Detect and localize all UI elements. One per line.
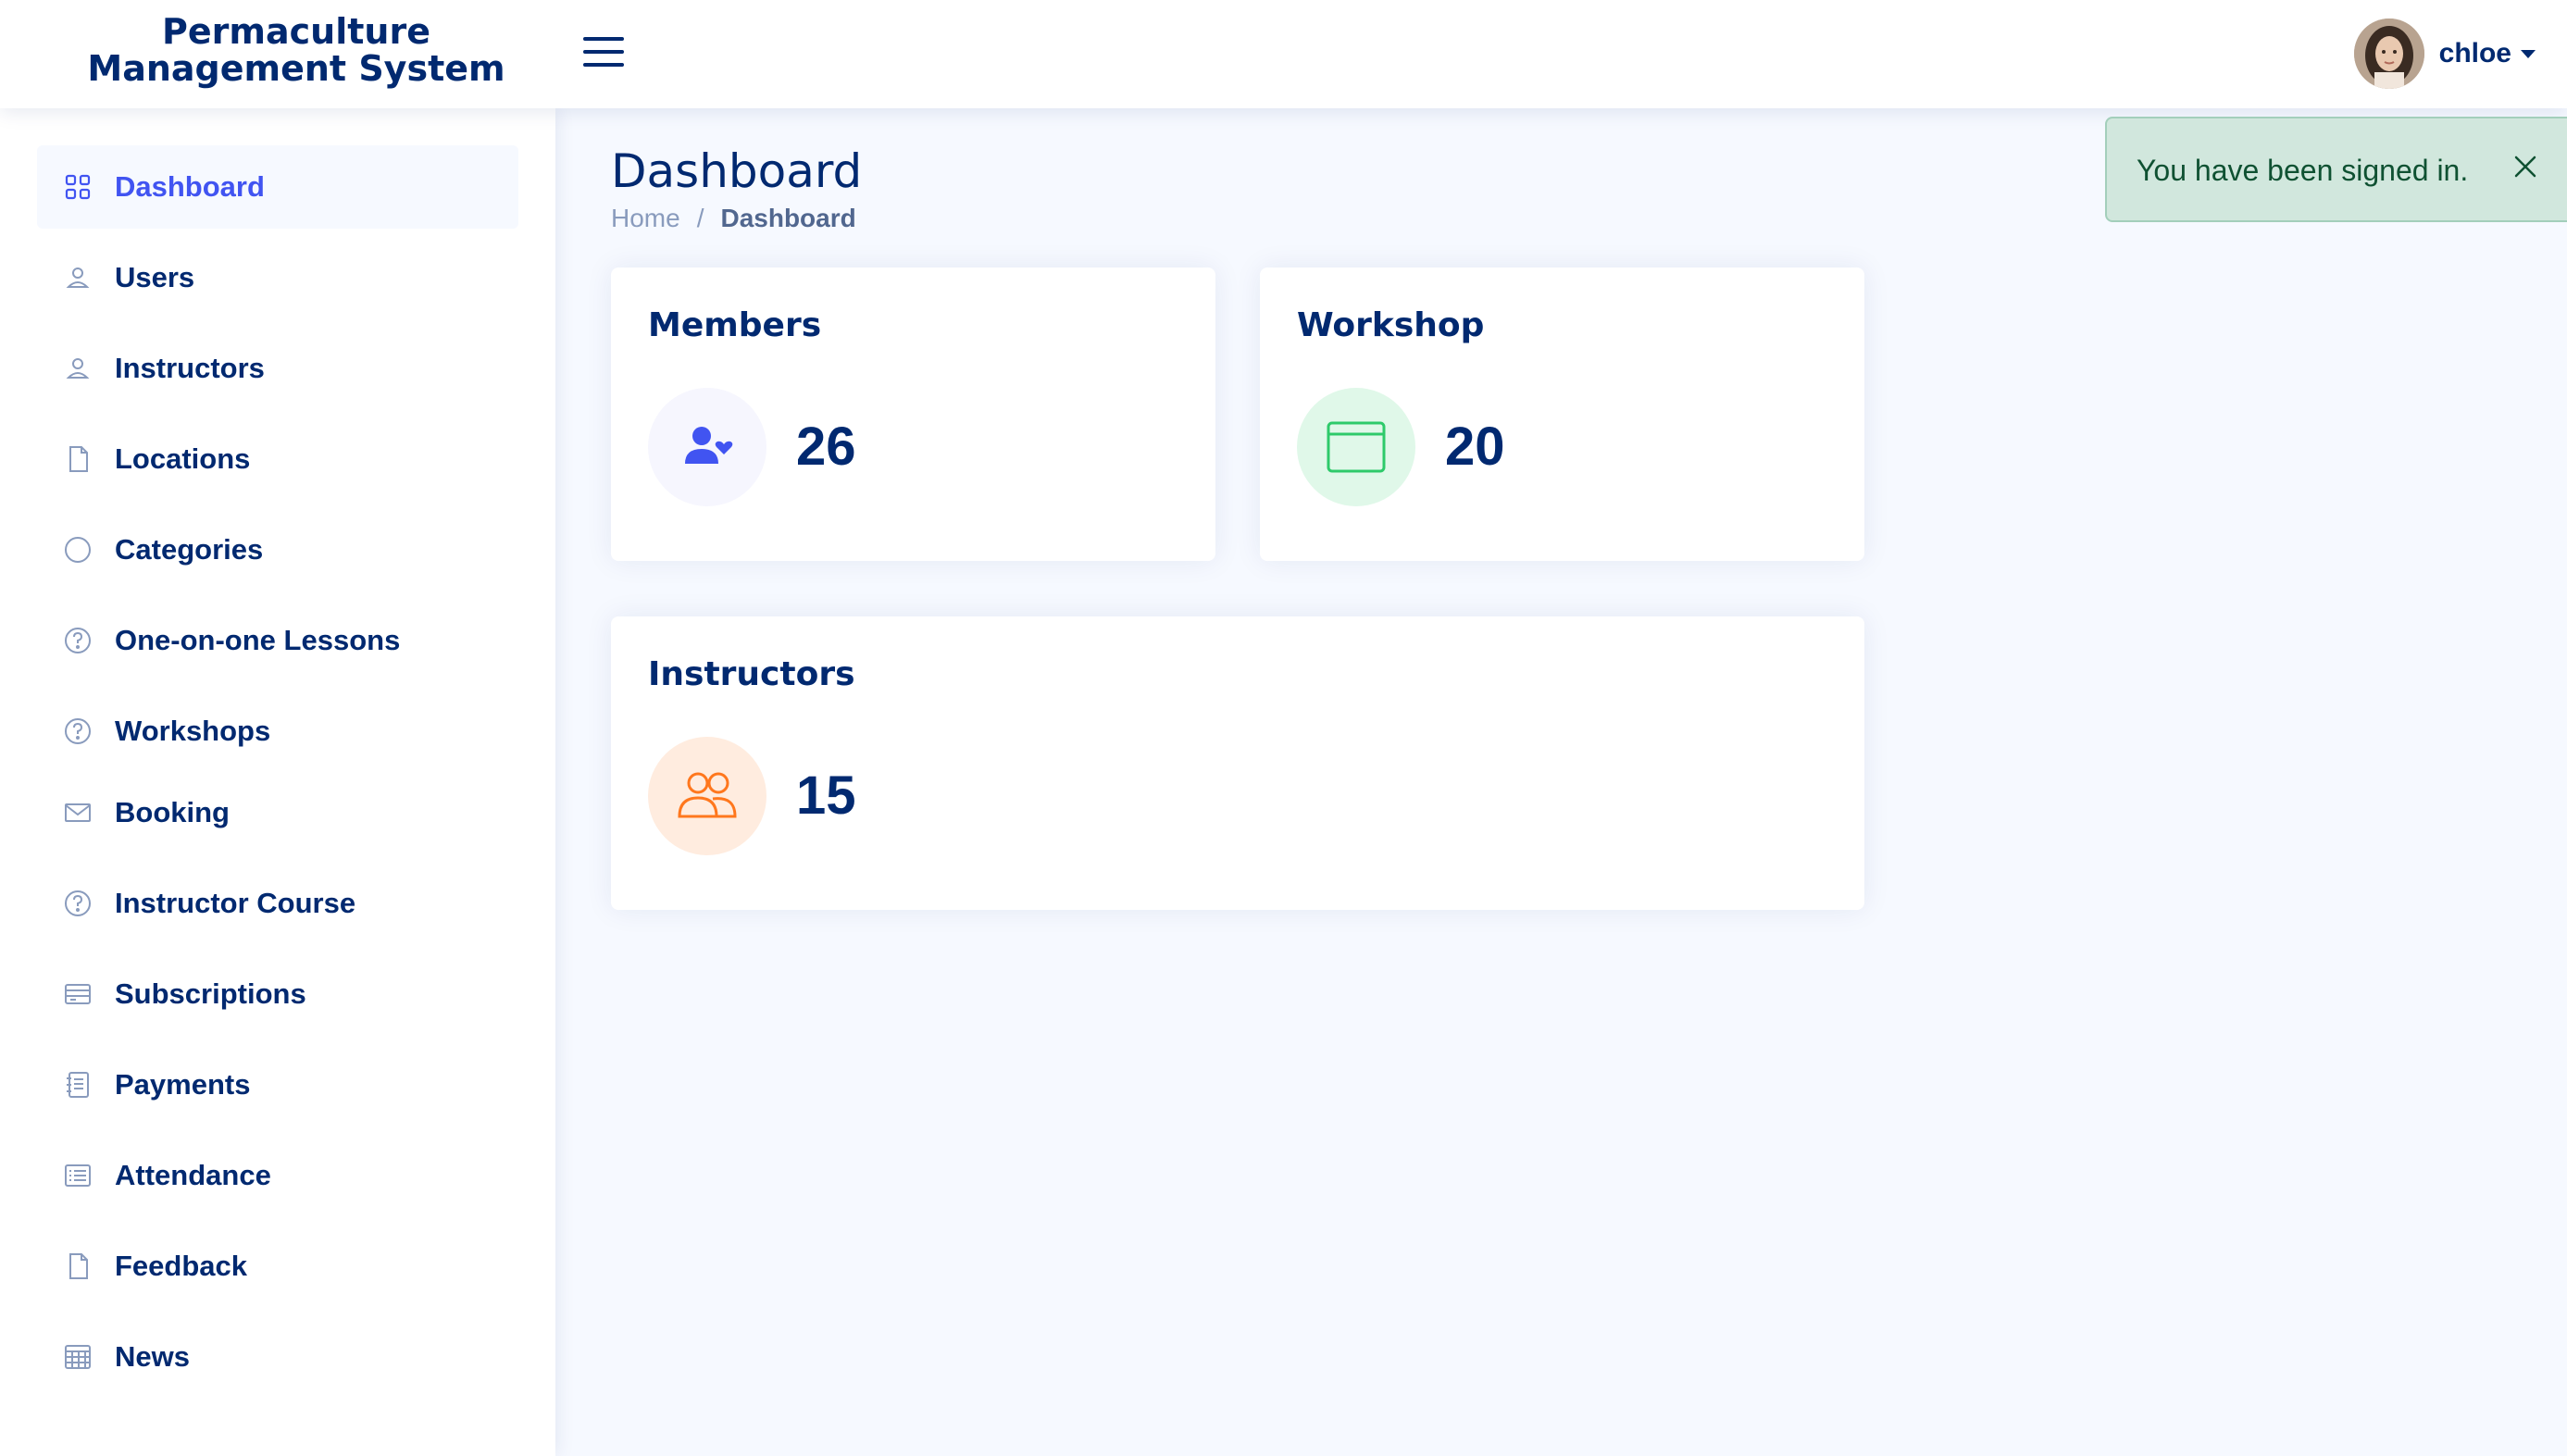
- page-title: Dashboard: [611, 144, 863, 198]
- close-icon[interactable]: [2511, 152, 2540, 181]
- sidebar-item-subscriptions[interactable]: Subscriptions: [37, 952, 518, 1036]
- breadcrumb-home-link[interactable]: Home: [611, 204, 680, 233]
- calendar-grid-icon: [63, 1342, 93, 1372]
- user-menu[interactable]: chloe: [2353, 19, 2536, 89]
- members-count: 26: [796, 417, 856, 477]
- sidebar-item-label: One-on-one Lessons: [115, 624, 401, 656]
- sidebar-item-label: Dashboard: [115, 170, 265, 203]
- avatar[interactable]: [2353, 19, 2424, 89]
- sidebar-item-booking[interactable]: Booking: [37, 771, 518, 854]
- sidebar-item-label: Users: [115, 261, 195, 293]
- circle-icon: [63, 535, 93, 565]
- breadcrumb-current: Dashboard: [720, 204, 856, 232]
- sidebar-item-label: Subscriptions: [115, 977, 306, 1010]
- envelope-icon: [63, 798, 93, 828]
- sidebar-item-payments[interactable]: Payments: [37, 1043, 518, 1126]
- sidebar-item-one-on-one-lessons[interactable]: One-on-one Lessons: [37, 599, 518, 682]
- workshop-count: 20: [1445, 417, 1505, 477]
- sidebar-item-attendance[interactable]: Attendance: [37, 1134, 518, 1217]
- sidebar-item-locations[interactable]: Locations: [37, 417, 518, 501]
- journal-icon: [63, 1070, 93, 1100]
- toast-message: You have been signed in.: [2137, 154, 2469, 187]
- sidebar-item-news[interactable]: News: [37, 1315, 518, 1399]
- question-circle-icon: [63, 716, 93, 746]
- card-title: Workshop: [1297, 306, 1485, 344]
- people-icon: [648, 737, 766, 855]
- app-logo-title[interactable]: Permaculture Management System: [37, 13, 555, 87]
- instructors-card: Instructors 15: [611, 616, 1864, 910]
- sidebar-item-label: News: [115, 1340, 190, 1373]
- chevron-down-icon[interactable]: [2521, 49, 2536, 58]
- breadcrumb-separator: /: [696, 204, 704, 232]
- sidebar-item-instructor-course[interactable]: Instructor Course: [37, 862, 518, 945]
- sidebar-item-feedback[interactable]: Feedback: [37, 1225, 518, 1308]
- workshop-card: Workshop 20: [1260, 268, 1864, 561]
- question-circle-icon: [63, 889, 93, 918]
- sidebar-item-label: Booking: [115, 796, 230, 828]
- person-icon: [63, 263, 93, 292]
- sidebar-item-label: Payments: [115, 1068, 251, 1101]
- sidebar-item-label: Attendance: [115, 1159, 271, 1191]
- card-title: Instructors: [648, 655, 855, 693]
- instructors-count: 15: [796, 765, 856, 826]
- breadcrumb: Home / Dashboard: [611, 204, 856, 233]
- person-heart-icon: [648, 388, 766, 506]
- card-title: Members: [648, 306, 822, 344]
- hamburger-icon[interactable]: [581, 33, 626, 70]
- top-header: Permaculture Management System chloe: [0, 0, 2567, 108]
- question-circle-icon: [63, 626, 93, 655]
- sidebar-item-label: Workshops: [115, 715, 271, 747]
- file-icon: [63, 1251, 93, 1281]
- sidebar-item-label: Categories: [115, 533, 264, 566]
- person-icon: [63, 354, 93, 383]
- sidebar-item-instructors[interactable]: Instructors: [37, 327, 518, 410]
- sidebar-item-label: Feedback: [115, 1250, 248, 1282]
- sidebar: Dashboard Users Instructors Locations Ca…: [0, 108, 555, 1456]
- sidebar-item-workshops[interactable]: Workshops: [37, 690, 518, 773]
- sidebar-item-users[interactable]: Users: [37, 236, 518, 319]
- sidebar-item-categories[interactable]: Categories: [37, 508, 518, 591]
- sidebar-item-label: Instructor Course: [115, 887, 356, 919]
- sidebar-item-label: Locations: [115, 442, 251, 475]
- window-icon: [1297, 388, 1415, 506]
- file-icon: [63, 444, 93, 474]
- user-name[interactable]: chloe: [2439, 38, 2511, 69]
- sidebar-item-dashboard[interactable]: Dashboard: [37, 145, 518, 229]
- members-card: Members 26: [611, 268, 1215, 561]
- grid-icon: [63, 172, 93, 202]
- card-list-icon: [63, 979, 93, 1009]
- signed-in-toast: You have been signed in.: [2105, 117, 2567, 222]
- sidebar-item-label: Instructors: [115, 352, 265, 384]
- list-icon: [63, 1161, 93, 1190]
